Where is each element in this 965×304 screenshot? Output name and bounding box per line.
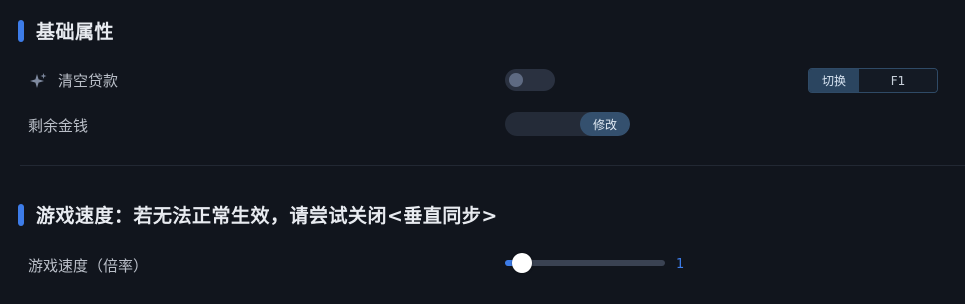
section-title: 游戏速度：若无法正常生效，请尝试关闭<垂直同步> xyxy=(36,205,498,227)
modify-button[interactable]: 修改 xyxy=(580,112,630,136)
row-label-game-speed: 游戏速度（倍率） xyxy=(28,257,149,275)
row-game-speed: 游戏速度（倍率） xyxy=(28,255,148,276)
hotkey-key[interactable]: F1 xyxy=(859,69,937,92)
row-label-clear-loan: 清空贷款 xyxy=(58,72,119,90)
sparkle-icon xyxy=(28,71,48,91)
section-header-speed: 游戏速度：若无法正常生效，请尝试关闭<垂直同步> xyxy=(18,201,498,228)
toggle-knob xyxy=(509,73,523,87)
cheat-panel: 基础属性 清空贷款 切换 F1 剩余金钱 修改 游戏速度：若无法正常生效，请尝试… xyxy=(0,0,965,304)
slider-thumb[interactable] xyxy=(512,253,532,273)
clear-loan-hotkey[interactable]: 切换 F1 xyxy=(808,68,938,93)
section-title: 基础属性 xyxy=(36,21,115,43)
game-speed-value: 1 xyxy=(676,257,685,272)
row-clear-loan: 清空贷款 xyxy=(28,70,118,91)
money-input[interactable]: 修改 xyxy=(505,112,630,136)
row-remaining-money: 剩余金钱 xyxy=(28,115,88,136)
section-accent-bar xyxy=(18,203,24,226)
row-label-remaining-money: 剩余金钱 xyxy=(28,117,89,135)
clear-loan-toggle[interactable] xyxy=(505,69,555,91)
section-header-basic: 基础属性 xyxy=(18,17,114,44)
section-accent-bar xyxy=(18,19,24,42)
section-divider xyxy=(20,165,965,166)
game-speed-slider[interactable] xyxy=(505,253,665,273)
hotkey-mode-label: 切换 xyxy=(809,69,859,92)
